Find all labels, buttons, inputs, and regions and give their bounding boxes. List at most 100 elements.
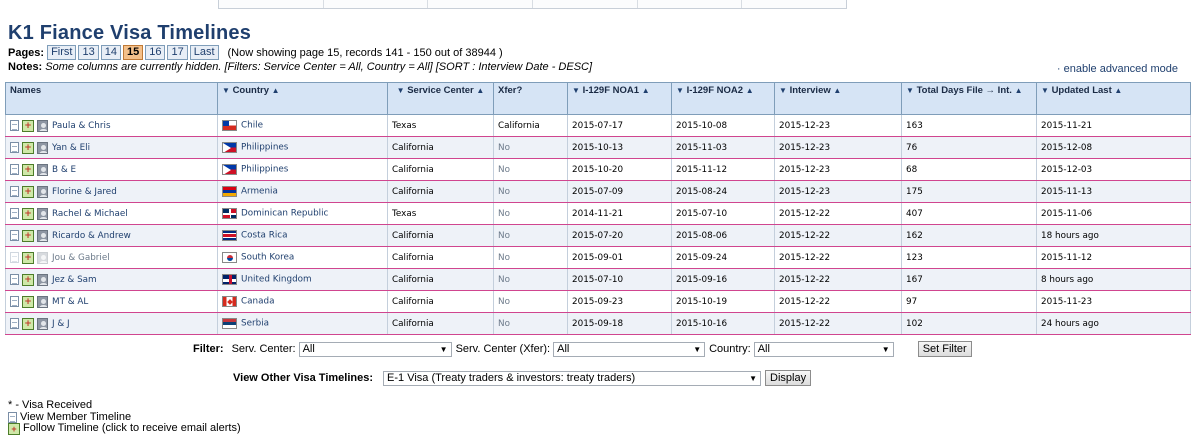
cell-xfer: California [493, 114, 568, 137]
column-header-noa2[interactable]: ▼ I-129F NOA2 ▲ [671, 82, 775, 115]
follow-timeline-icon[interactable]: + [22, 251, 34, 264]
view-timeline-icon[interactable] [10, 164, 19, 175]
follow-timeline-icon[interactable]: + [22, 163, 34, 176]
serv-center-select[interactable]: All ▼ [298, 341, 452, 357]
column-header-xfer: Xfer? [493, 82, 568, 115]
column-header-interview[interactable]: ▼ Interview ▲ [774, 82, 902, 115]
sort-asc-icon[interactable]: ▲ [833, 86, 841, 95]
top-nav-cell [533, 0, 638, 8]
country-name: Armenia [241, 186, 278, 197]
cell-xfer: No [493, 312, 568, 335]
member-name[interactable]: MT & AL [52, 297, 88, 307]
page-first-button[interactable]: First [47, 45, 77, 60]
member-name[interactable]: Yan & Eli [52, 143, 90, 153]
column-header-updated-last[interactable]: ▼ Updated Last ▲ [1036, 82, 1191, 115]
column-header-country[interactable]: ▼ Country ▲ [217, 82, 388, 115]
page-14-button[interactable]: 14 [100, 45, 121, 60]
cell-noa2: 2015-08-24 [671, 180, 775, 203]
xfer-center-value: All [557, 343, 570, 355]
column-header-label: I-129F NOA1 [582, 85, 640, 96]
page-last-button[interactable]: Last [189, 45, 219, 60]
sort-asc-icon[interactable]: ▲ [272, 86, 280, 95]
column-header-service-center[interactable]: ▼ Service Center ▲ [387, 82, 494, 115]
xfer-center-select[interactable]: All ▼ [553, 341, 706, 357]
cell-updated-last: 2015-12-08 [1036, 136, 1191, 159]
country-flag-icon [222, 252, 237, 263]
row-icons: + [10, 163, 48, 176]
column-header-noa1[interactable]: ▼ I-129F NOA1 ▲ [567, 82, 672, 115]
member-name[interactable]: Jou & Gabriel [52, 253, 110, 263]
view-timeline-icon[interactable] [10, 318, 19, 329]
country-flag-icon [222, 186, 237, 197]
avatar-icon [37, 251, 48, 264]
follow-timeline-icon[interactable]: + [22, 273, 34, 286]
member-name[interactable]: Florine & Jared [52, 187, 117, 197]
sort-asc-icon[interactable]: ▲ [746, 86, 754, 95]
cell-country: Serbia [217, 312, 388, 335]
member-name[interactable]: Paula & Chris [52, 121, 111, 131]
sort-desc-icon[interactable]: ▼ [397, 86, 405, 95]
cell-names: + Paula & Chris [5, 114, 218, 137]
follow-timeline-icon[interactable]: + [22, 119, 34, 132]
chevron-down-icon: ▼ [439, 344, 448, 354]
follow-timeline-icon[interactable]: + [22, 229, 34, 242]
member-name[interactable]: B & E [52, 165, 76, 175]
sort-asc-icon[interactable]: ▲ [1114, 86, 1122, 95]
enable-advanced-mode-link[interactable]: · enable advanced mode [1057, 63, 1178, 75]
sort-desc-icon[interactable]: ▼ [1041, 86, 1049, 95]
cell-interview: 2015-12-22 [774, 202, 902, 225]
view-timeline-icon[interactable] [10, 274, 19, 285]
page-17-button[interactable]: 17 [167, 45, 188, 60]
country-name: Costa Rica [241, 230, 288, 241]
member-name[interactable]: Ricardo & Andrew [52, 231, 131, 241]
legend-follow-text: Follow Timeline (click to receive email … [23, 422, 241, 435]
cell-country: Chile [217, 114, 388, 137]
cell-service-center: California [387, 312, 494, 335]
avatar-icon [37, 119, 48, 132]
row-icons: + [10, 119, 48, 132]
follow-timeline-icon[interactable]: + [22, 317, 34, 330]
sort-desc-icon[interactable]: ▼ [676, 86, 684, 95]
page-16-button[interactable]: 16 [145, 45, 166, 60]
top-nav-cell [638, 0, 743, 8]
country-select[interactable]: All ▼ [753, 341, 894, 357]
cell-noa1: 2015-07-17 [567, 114, 672, 137]
sort-desc-icon[interactable]: ▼ [572, 86, 580, 95]
cell-interview: 2015-12-22 [774, 224, 902, 247]
member-name[interactable]: Jez & Sam [52, 275, 97, 285]
member-name[interactable]: J & J [52, 319, 70, 329]
country-flag-icon [222, 318, 237, 329]
cell-xfer: No [493, 268, 568, 291]
visa-type-select[interactable]: E-1 Visa (Treaty traders & investors: tr… [383, 370, 762, 386]
row-icons: + [10, 141, 48, 154]
set-filter-button[interactable]: Set Filter [917, 341, 972, 357]
sort-asc-icon[interactable]: ▲ [476, 86, 484, 95]
cell-names: + Ricardo & Andrew [5, 224, 218, 247]
view-timeline-icon[interactable] [10, 230, 19, 241]
follow-timeline-icon[interactable]: + [22, 141, 34, 154]
sort-desc-icon[interactable]: ▼ [906, 86, 914, 95]
follow-timeline-icon[interactable]: + [22, 207, 34, 220]
cell-updated-last: 2015-11-13 [1036, 180, 1191, 203]
view-timeline-icon[interactable] [10, 208, 19, 219]
cell-noa2: 2015-09-24 [671, 246, 775, 269]
sort-asc-icon[interactable]: ▲ [642, 86, 650, 95]
cell-total-days: 123 [901, 246, 1037, 269]
country-name: United Kingdom [241, 274, 312, 285]
display-button[interactable]: Display [765, 370, 812, 386]
view-timeline-icon[interactable] [10, 142, 19, 153]
sort-asc-icon[interactable]: ▲ [1015, 86, 1023, 95]
column-header-total-days[interactable]: ▼ Total Days File → Int. ▲ [901, 82, 1037, 115]
view-timeline-icon[interactable] [10, 252, 19, 263]
view-timeline-icon[interactable] [10, 186, 19, 197]
sort-desc-icon[interactable]: ▼ [222, 86, 230, 95]
view-timeline-icon[interactable] [10, 296, 19, 307]
follow-timeline-icon[interactable]: + [22, 185, 34, 198]
follow-timeline-icon[interactable]: + [22, 295, 34, 308]
page-13-button[interactable]: 13 [78, 45, 99, 60]
sort-desc-icon[interactable]: ▼ [779, 86, 787, 95]
top-nav-strip [218, 0, 847, 9]
cell-country: Costa Rica [217, 224, 388, 247]
view-timeline-icon[interactable] [10, 120, 19, 131]
member-name[interactable]: Rachel & Michael [52, 209, 128, 219]
